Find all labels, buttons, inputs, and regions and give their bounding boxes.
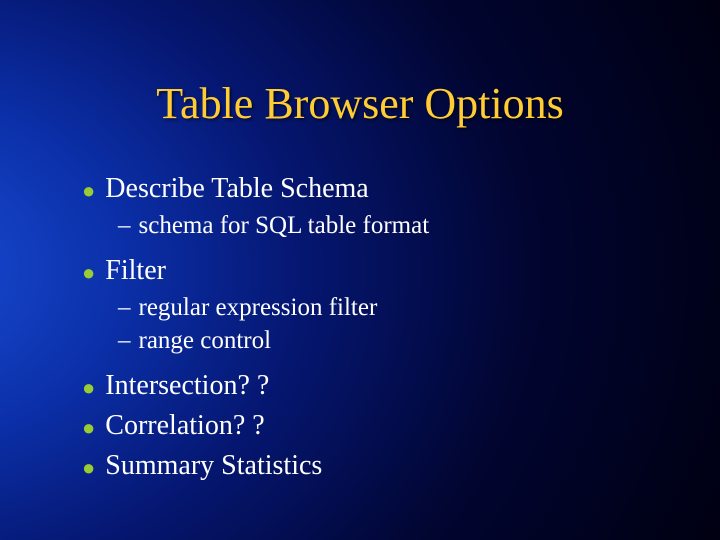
list-item-label: Filter: [105, 252, 166, 290]
sub-list-item-label: range control: [139, 325, 272, 358]
list-item: ● Filter: [82, 252, 660, 290]
sub-list-item-label: schema for SQL table format: [139, 210, 430, 243]
list-item: ● Describe Table Schema: [82, 170, 660, 208]
sub-list-item: – schema for SQL table format: [118, 210, 660, 243]
list-item-label: Intersection? ?: [105, 367, 269, 405]
sub-list-item-label: regular expression filter: [139, 292, 378, 325]
list-item: ● Summary Statistics: [82, 447, 660, 485]
list-item: ● Correlation? ?: [82, 407, 660, 445]
bullet-icon: ●: [82, 413, 95, 443]
dash-icon: –: [118, 292, 131, 325]
bullet-icon: ●: [82, 453, 95, 483]
bullet-icon: ●: [82, 258, 95, 288]
list-item-label: Describe Table Schema: [105, 170, 368, 208]
list-item-label: Summary Statistics: [105, 447, 322, 485]
slide: Table Browser Options ● Describe Table S…: [0, 0, 720, 540]
bullet-icon: ●: [82, 176, 95, 206]
sub-list-item: – range control: [118, 325, 660, 358]
sub-list-item: – regular expression filter: [118, 292, 660, 325]
bullet-icon: ●: [82, 373, 95, 403]
slide-content: ● Describe Table Schema – schema for SQL…: [82, 170, 660, 486]
dash-icon: –: [118, 210, 131, 243]
list-item-label: Correlation? ?: [105, 407, 264, 445]
slide-title: Table Browser Options: [0, 78, 720, 129]
dash-icon: –: [118, 325, 131, 358]
list-item: ● Intersection? ?: [82, 367, 660, 405]
